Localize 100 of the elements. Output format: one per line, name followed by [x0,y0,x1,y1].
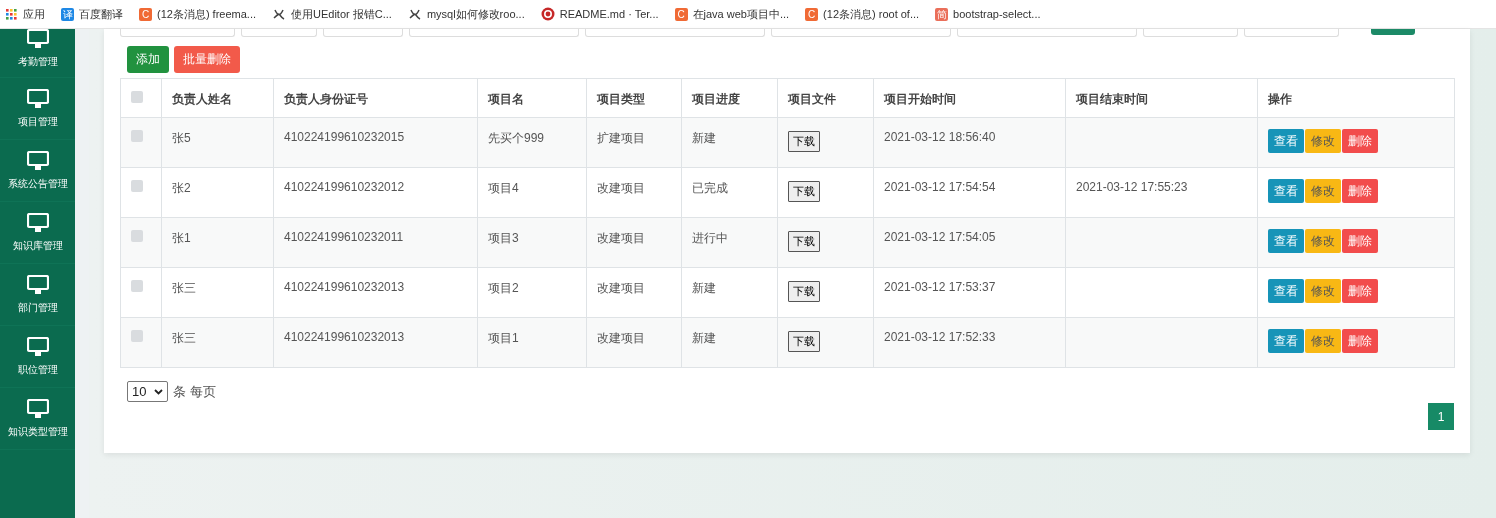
column-header: 项目类型 [597,92,645,106]
checkbox[interactable] [131,130,143,142]
table-cell: 2021-03-12 17:52:33 [884,330,996,344]
checkbox[interactable] [131,230,143,242]
column-header: 项目结束时间 [1076,92,1148,106]
bookmark-link[interactable]: 使用UEditor 报错C... [291,6,392,22]
bookmark-link[interactable]: bootstrap-select... [953,8,1041,20]
table-cell: 2021-03-12 17:54:54 [884,180,996,194]
filter-field[interactable] [120,29,235,37]
table-cell: 新建 [692,131,716,145]
bookmark-favicon: C [139,7,152,21]
batch-delete-button[interactable]: 批量删除 [174,46,240,73]
add-button[interactable]: 添加 [127,46,169,73]
monitor-icon [26,274,49,295]
filter-field[interactable] [323,29,403,37]
filter-field[interactable] [957,29,1137,37]
sidebar-item[interactable]: 知识类型管理 [7,424,68,439]
download-button[interactable]: 下载 [788,281,820,302]
checkbox[interactable] [131,91,143,103]
table-cell: 新建 [692,281,716,295]
table-cell: 410224199610232013 [284,330,405,344]
edit-button[interactable]: 修改 [1305,229,1341,253]
filter-field[interactable] [771,29,951,37]
bookmark-link[interactable]: 在java web项目中... [692,6,790,22]
table-cell: 张三 [172,281,196,295]
view-button[interactable]: 查看 [1268,229,1304,253]
monitor-icon [26,336,49,357]
delete-button[interactable]: 删除 [1342,279,1378,303]
column-header: 负责人姓名 [172,92,232,106]
view-button[interactable]: 查看 [1268,129,1304,153]
table-cell: 进行中 [692,231,728,245]
bookmark-favicon: C [805,7,819,21]
filter-field[interactable] [1244,29,1339,37]
edit-button[interactable]: 修改 [1305,179,1341,203]
chevron-down-icon [154,388,164,395]
sidebar-item[interactable]: 部门管理 [17,300,58,315]
table-cell: 项目4 [488,181,519,195]
table-cell: 2021-03-12 17:53:37 [884,280,996,294]
sidebar-item[interactable]: 项目管理 [17,114,58,129]
filter-field[interactable] [409,29,579,37]
filter-field[interactable] [241,29,317,37]
column-header: 项目名 [488,92,524,106]
table-cell: 项目3 [488,231,519,245]
table-cell: 改建项目 [597,181,645,195]
table-cell: 已完成 [692,181,728,195]
sidebar-item[interactable]: 知识库管理 [12,238,63,253]
download-button[interactable]: 下载 [788,131,820,152]
filter-field[interactable] [1143,29,1238,37]
checkbox[interactable] [131,180,143,192]
view-button[interactable]: 查看 [1268,179,1304,203]
sidebar-item[interactable]: 考勤管理 [17,55,58,69]
delete-button[interactable]: 删除 [1342,179,1378,203]
bookmark-favicon: 译 [61,7,74,21]
filter-field[interactable] [585,29,765,37]
edit-button[interactable]: 修改 [1305,129,1341,153]
delete-button[interactable]: 删除 [1342,229,1378,253]
page-size-select[interactable]: 10 [127,381,169,402]
edit-button[interactable]: 修改 [1305,279,1341,303]
column-header: 项目文件 [788,92,836,106]
monitor-icon [26,150,49,171]
table-cell: 张1 [172,231,191,245]
monitor-icon [26,398,49,419]
table-cell: 改建项目 [597,331,645,345]
sidebar-item[interactable]: 系统公告管理 [7,176,68,191]
checkbox[interactable] [131,280,143,292]
monitor-icon [26,88,49,109]
column-header: 负责人身份证号 [284,92,368,106]
view-button[interactable]: 查看 [1268,329,1304,353]
delete-button[interactable]: 删除 [1342,129,1378,153]
delete-button[interactable]: 删除 [1342,329,1378,353]
bookmark-favicon: C [674,7,688,21]
bookmark-link[interactable]: 百度翻译 [79,6,123,22]
favicon-icon [540,7,555,21]
table-cell: 2021-03-12 18:56:40 [884,130,996,144]
monitor-icon [26,212,49,233]
bookmark-favicon: 简 [935,7,949,21]
column-header: 项目进度 [692,92,740,106]
bookmark-link[interactable]: 应用 [23,6,45,22]
download-button[interactable]: 下载 [788,181,820,202]
edit-button[interactable]: 修改 [1305,329,1341,353]
search-button[interactable] [1371,29,1415,35]
column-header: 操作 [1268,92,1292,106]
bookmark-link[interactable]: (12条消息) root of... [823,6,920,22]
view-button[interactable]: 查看 [1268,279,1304,303]
checkbox[interactable] [131,330,143,342]
table-cell: 410224199610232015 [284,130,405,144]
download-button[interactable]: 下载 [788,231,820,252]
table-cell: 张5 [172,131,191,145]
bookmark-link[interactable]: mysql如何修改roo... [426,6,525,22]
download-button[interactable]: 下载 [788,331,820,352]
sidebar-item[interactable]: 职位管理 [17,362,58,377]
bookmark-link[interactable]: README.md · Ter... [559,8,659,20]
table-cell: 项目2 [488,281,519,295]
table-cell: 新建 [692,331,716,345]
table-cell: 项目1 [488,331,519,345]
bookmark-link[interactable]: (12条消息) freema... [157,6,257,22]
table-cell: 410224199610232011 [284,230,404,244]
page-size-label: 条 每页 [173,382,217,401]
table-cell: 2021-03-12 17:55:23 [1076,180,1188,194]
page-button[interactable]: 1 [1428,403,1454,430]
